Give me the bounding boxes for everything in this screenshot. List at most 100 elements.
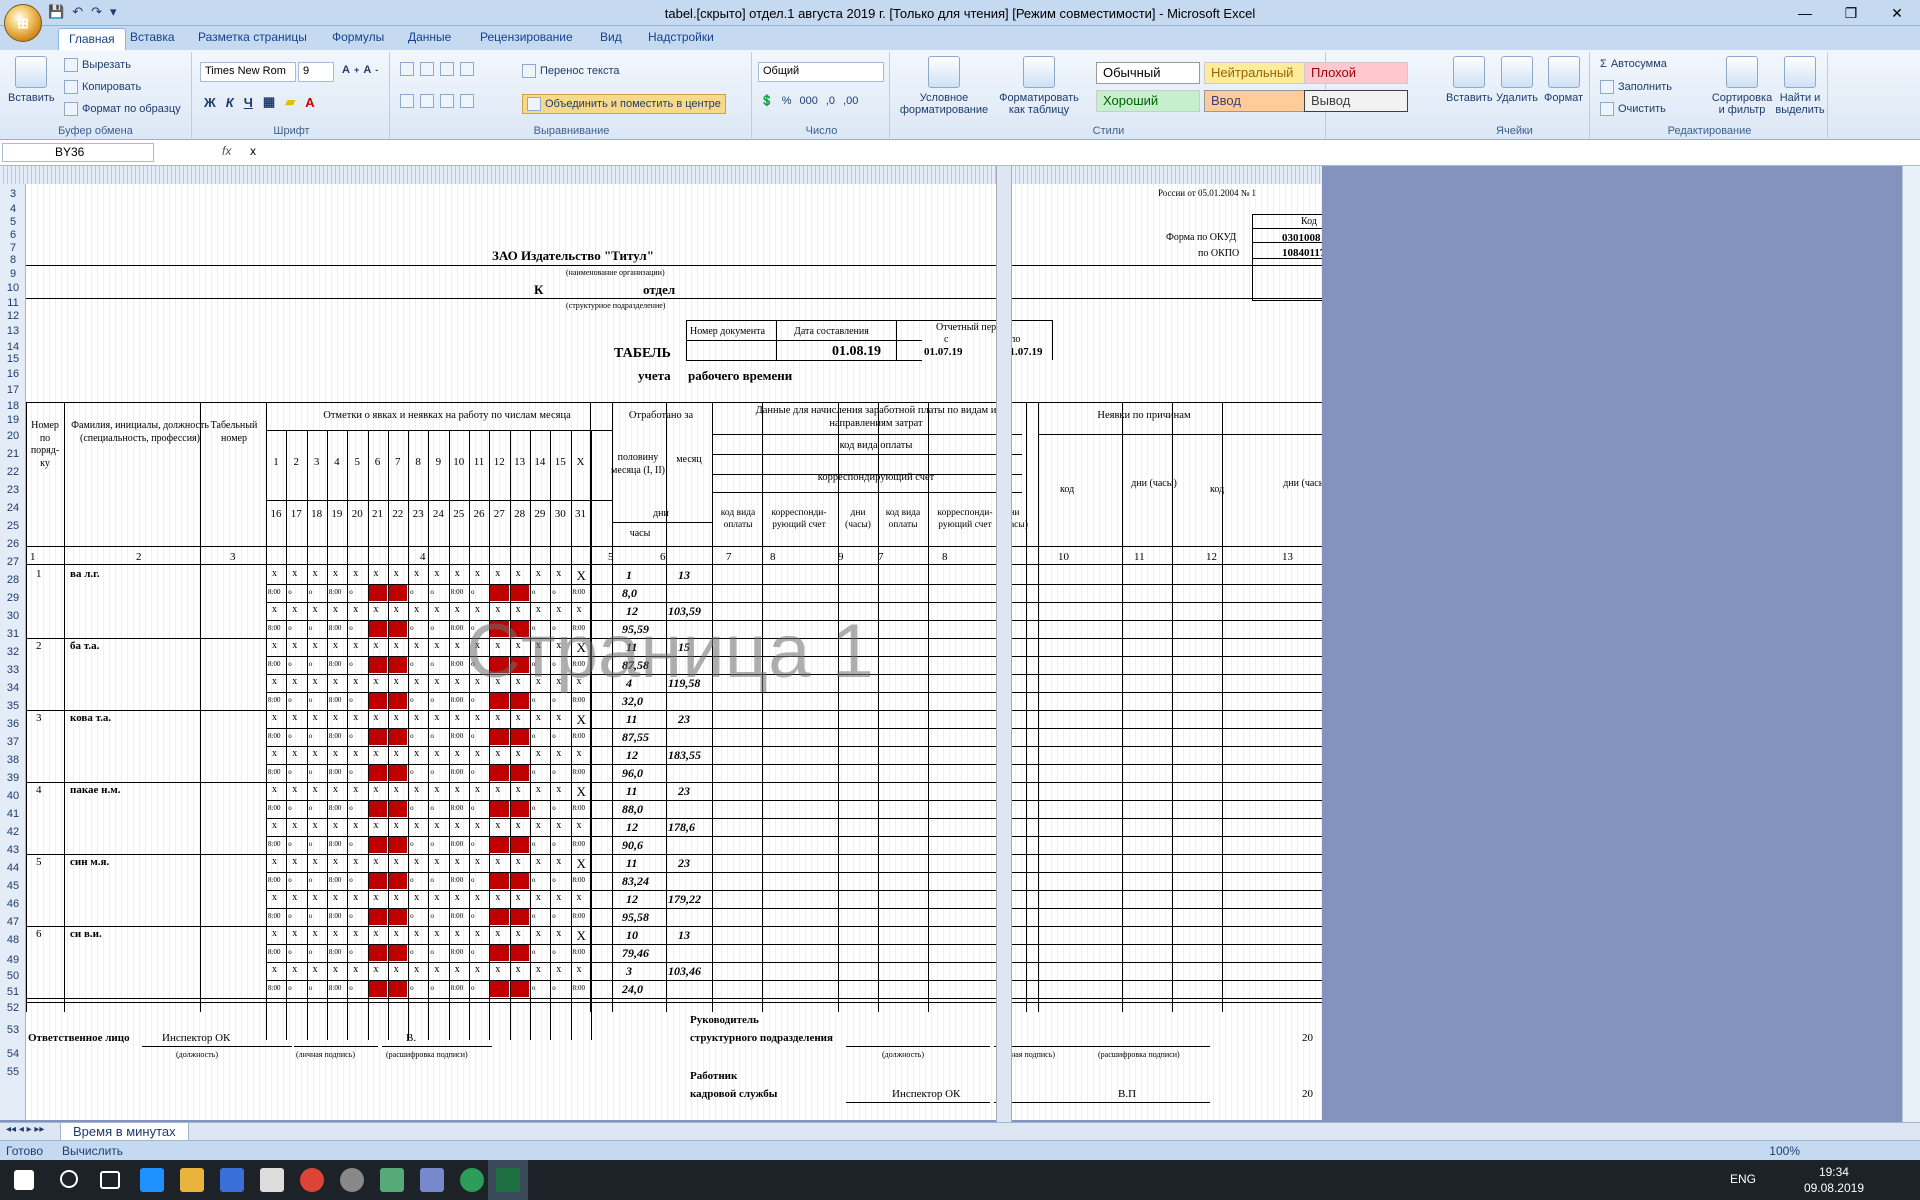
cut-button[interactable]: Вырезать	[64, 58, 131, 72]
row-header[interactable]: 24	[0, 502, 26, 514]
halign-buttons[interactable]	[400, 94, 474, 108]
store-icon[interactable]	[220, 1168, 244, 1192]
sheet-tab-time-minutes[interactable]: Время в минутах	[60, 1123, 189, 1141]
number-format-combo[interactable]: Общий	[758, 62, 884, 82]
merge-center-button[interactable]: Объединить и поместить в центре	[522, 94, 726, 114]
row-header[interactable]: 10	[0, 282, 26, 294]
conditional-format-button[interactable]: Условное форматирование	[896, 56, 992, 116]
zoom-level[interactable]: 100%	[1769, 1144, 1800, 1158]
row-header[interactable]: 28	[0, 574, 26, 586]
italic-icon[interactable]: К	[226, 95, 234, 110]
row-header[interactable]: 4	[0, 203, 26, 215]
tab-5[interactable]: Рецензирование	[480, 30, 573, 44]
bold-icon[interactable]: Ж	[204, 95, 216, 110]
font-color-icon[interactable]: A	[305, 95, 314, 110]
file-explorer-icon[interactable]	[180, 1168, 204, 1192]
row-header[interactable]: 7	[0, 242, 26, 254]
mail-icon[interactable]	[260, 1168, 284, 1192]
app-icon-1[interactable]	[380, 1168, 404, 1192]
font-size-combo[interactable]: 9	[298, 62, 334, 82]
row-header[interactable]: 16	[0, 368, 26, 380]
worksheet[interactable]: 3 4 5 6 7 8 9 10 11 12 13 14 15 16 17 18 19 20 21 22 23 24 25 2…	[0, 166, 1322, 1120]
row-headers[interactable]: 3 4 5 6 7 8 9 10 11 12 13 14 15 16 17 18 19 20 21 22 23 24 25 2…	[0, 184, 26, 1120]
row-header[interactable]: 23	[0, 484, 26, 496]
window-split-bar[interactable]	[996, 166, 1012, 1122]
row-header[interactable]: 38	[0, 754, 26, 766]
underline-icon[interactable]: Ч	[244, 95, 253, 110]
row-header[interactable]: 20	[0, 430, 26, 442]
style-bad[interactable]: Плохой	[1304, 62, 1408, 84]
row-header[interactable]: 46	[0, 898, 26, 910]
excel-taskbar-item[interactable]	[488, 1160, 528, 1200]
fill-color-icon[interactable]: ▰	[285, 94, 295, 110]
search-icon[interactable]	[60, 1170, 78, 1188]
office-button[interactable]: ⊞	[4, 4, 42, 42]
increase-decimal-icon[interactable]: ,0	[826, 95, 835, 107]
style-good[interactable]: Хороший	[1096, 90, 1200, 112]
border-icon[interactable]: ▦	[263, 94, 275, 110]
insert-cells-button[interactable]: Вставить	[1446, 56, 1493, 104]
align-bottom-icon[interactable]	[440, 62, 454, 76]
row-header[interactable]: 14	[0, 341, 26, 353]
column-headers[interactable]	[0, 166, 1322, 184]
row-header[interactable]: 44	[0, 862, 26, 874]
row-header[interactable]: 43	[0, 844, 26, 856]
grow-font-button[interactable]: A + A-	[342, 64, 378, 76]
align-middle-icon[interactable]	[420, 62, 434, 76]
row-header[interactable]: 47	[0, 916, 26, 928]
row-header[interactable]: 29	[0, 592, 26, 604]
paste-button[interactable]: Вставить	[8, 56, 55, 104]
row-header[interactable]: 42	[0, 826, 26, 838]
font-name-combo[interactable]: Times New Rom	[200, 62, 296, 82]
row-header[interactable]: 36	[0, 718, 26, 730]
orientation-icon[interactable]	[460, 62, 474, 76]
close-button[interactable]: ✕	[1874, 0, 1920, 26]
number-buttons[interactable]: 💲% 000 ,0 ,00	[760, 94, 858, 108]
row-header[interactable]: 40	[0, 790, 26, 802]
row-header[interactable]: 50	[0, 970, 26, 982]
row-header[interactable]: 34	[0, 682, 26, 694]
chrome-icon[interactable]	[300, 1168, 324, 1192]
app-icon-3[interactable]	[460, 1168, 484, 1192]
thousands-icon[interactable]: 000	[799, 95, 817, 107]
format-as-table-button[interactable]: Форматировать как таблицу	[996, 56, 1082, 116]
fill-button[interactable]: Заполнить	[1600, 80, 1672, 94]
tab-4[interactable]: Данные	[408, 30, 451, 44]
row-header[interactable]: 12	[0, 310, 26, 322]
row-header[interactable]: 54	[0, 1048, 26, 1060]
format-painter-button[interactable]: Формат по образцу	[64, 102, 181, 116]
row-header[interactable]: 41	[0, 808, 26, 820]
fx-icon[interactable]: fx	[222, 144, 231, 158]
tab-2[interactable]: Разметка страницы	[198, 30, 307, 44]
row-header[interactable]: 3	[0, 188, 26, 200]
restore-button[interactable]: ❐	[1828, 0, 1874, 26]
percent-icon[interactable]: %	[782, 95, 792, 107]
row-header[interactable]: 37	[0, 736, 26, 748]
row-header[interactable]: 45	[0, 880, 26, 892]
formula-input[interactable]: x	[250, 144, 256, 158]
row-header[interactable]: 21	[0, 448, 26, 460]
row-header[interactable]: 15	[0, 353, 26, 365]
font-style-buttons[interactable]: Ж К Ч ▦ ▰ A	[204, 94, 315, 110]
align-left-icon[interactable]	[400, 94, 414, 108]
format-cells-button[interactable]: Формат	[1544, 56, 1583, 104]
align-right-icon[interactable]	[440, 94, 454, 108]
vertical-scrollbar[interactable]	[1902, 166, 1920, 1122]
autosum-button[interactable]: Σ Автосумма	[1600, 58, 1667, 70]
align-center-icon[interactable]	[420, 94, 434, 108]
wrap-text-button[interactable]: Перенос текста	[522, 64, 620, 78]
tab-3[interactable]: Формулы	[332, 30, 384, 44]
row-header[interactable]: 35	[0, 700, 26, 712]
row-header[interactable]: 25	[0, 520, 26, 532]
sort-filter-button[interactable]: Сортировка и фильтр	[1712, 56, 1772, 116]
edge-icon[interactable]	[140, 1168, 164, 1192]
find-select-button[interactable]: Найти и выделить	[1772, 56, 1828, 116]
row-header[interactable]: 18	[0, 400, 26, 412]
taskbar-clock[interactable]: 19:34 09.08.2019	[1804, 1164, 1864, 1196]
row-header[interactable]: 48	[0, 934, 26, 946]
row-header[interactable]: 6	[0, 229, 26, 241]
row-header[interactable]: 17	[0, 384, 26, 396]
copy-button[interactable]: Копировать	[64, 80, 141, 94]
row-header[interactable]: 5	[0, 216, 26, 228]
app-icon-2[interactable]	[420, 1168, 444, 1192]
